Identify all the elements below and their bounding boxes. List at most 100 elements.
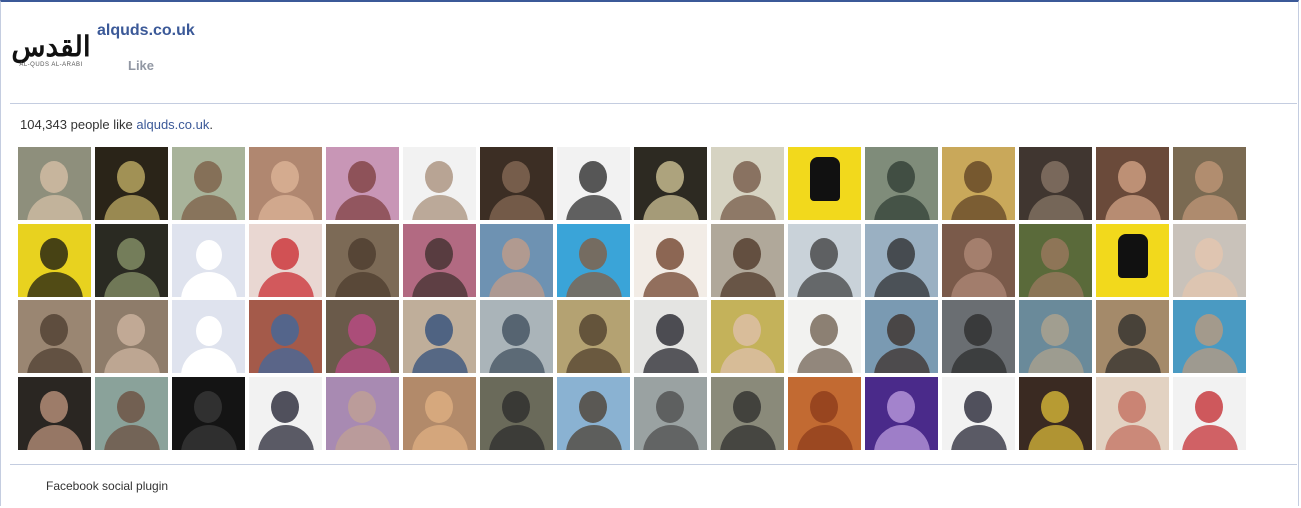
avatar-head [502,161,530,193]
profile-thumbnail[interactable] [557,376,630,450]
profile-thumbnail[interactable] [326,223,399,297]
avatar-head [887,161,915,193]
avatar-head [348,161,376,193]
profile-thumbnail[interactable] [249,376,322,450]
avatar-body [797,424,853,450]
avatar-head [117,161,145,193]
profile-thumbnail[interactable] [95,147,168,220]
avatar-body [797,348,853,373]
profile-thumbnail[interactable] [249,300,322,373]
avatar-head [1041,237,1069,270]
profile-thumbnail[interactable] [95,376,168,450]
profile-thumbnail[interactable] [172,300,245,373]
profile-thumbnail[interactable] [634,223,707,297]
profile-thumbnail[interactable] [711,376,784,450]
footer-label[interactable]: Facebook social plugin [46,479,168,493]
profile-thumbnail[interactable] [172,147,245,220]
avatar-body [335,348,391,373]
profile-thumbnail[interactable] [1173,300,1246,373]
profile-thumbnail[interactable] [403,300,476,373]
profile-thumbnail[interactable] [1096,376,1169,450]
profile-thumbnail[interactable] [557,223,630,297]
logo-text: القدس [11,30,91,63]
profile-thumbnail[interactable] [18,300,91,373]
profile-thumbnail[interactable] [865,300,938,373]
avatar-body [181,195,237,220]
profile-thumbnail[interactable] [557,300,630,373]
profile-thumbnail[interactable] [1019,376,1092,450]
avatar-body [181,424,237,450]
avatar-body [258,348,314,373]
avatar-head [656,390,684,423]
profile-thumbnail[interactable] [1173,376,1246,450]
profile-thumbnail[interactable] [1019,223,1092,297]
avatar-body [27,271,83,297]
avatar-body [643,424,699,450]
profile-thumbnail[interactable] [480,147,553,220]
profile-thumbnail[interactable] [865,147,938,220]
profile-thumbnail[interactable] [711,300,784,373]
avatar-body [27,424,83,450]
avatar-body [412,424,468,450]
profile-thumbnail[interactable] [942,147,1015,220]
profile-thumbnail[interactable] [711,147,784,220]
profile-thumbnail[interactable] [1173,147,1246,220]
profile-thumbnail[interactable] [18,376,91,450]
profile-thumbnail[interactable] [172,376,245,450]
logo-subtitle: AL-QUDS AL-ARABI [19,62,83,68]
profile-thumbnail[interactable] [788,376,861,450]
profile-thumbnail[interactable] [557,147,630,220]
profile-thumbnail[interactable] [634,300,707,373]
profile-thumbnail[interactable] [788,223,861,297]
profile-thumbnail[interactable] [942,300,1015,373]
page-logo[interactable]: القدس AL-QUDS AL-ARABI [11,26,91,74]
profile-thumbnail[interactable] [1096,147,1169,220]
avatar-head [656,314,684,346]
avatar-head [810,314,838,346]
profile-thumbnail[interactable] [865,223,938,297]
avatar-head [117,390,145,423]
profile-thumbnail[interactable] [249,223,322,297]
avatar-body [104,271,160,297]
profile-thumbnail[interactable] [942,223,1015,297]
profile-thumbnail[interactable] [326,376,399,450]
profile-thumbnail[interactable] [403,376,476,450]
profile-thumbnail[interactable] [480,300,553,373]
page-name-link[interactable]: alquds.co.uk [97,22,195,40]
profile-thumbnail[interactable] [326,147,399,220]
avatar-body [643,348,699,373]
profile-thumbnail[interactable] [634,147,707,220]
profile-thumbnail[interactable] [403,223,476,297]
profile-thumbnail[interactable] [18,147,91,220]
profile-thumbnail[interactable] [95,223,168,297]
profile-thumbnail[interactable] [1096,223,1169,297]
profile-thumbnail[interactable] [1096,300,1169,373]
profile-thumbnail[interactable] [634,376,707,450]
avatar-body [720,424,776,450]
avatar-body [1105,424,1161,450]
profile-thumbnail[interactable] [711,223,784,297]
avatar-body [1182,271,1238,297]
profile-thumbnail[interactable] [326,300,399,373]
like-button[interactable]: Like [128,58,154,73]
avatar-head [1195,390,1223,423]
profile-thumbnail[interactable] [403,147,476,220]
profile-thumbnail[interactable] [480,376,553,450]
profile-thumbnail[interactable] [18,223,91,297]
avatar-head [117,314,145,346]
profile-thumbnail[interactable] [1019,300,1092,373]
profile-thumbnail[interactable] [865,376,938,450]
avatar-body [1105,348,1161,373]
like-count-page-link[interactable]: alquds.co.uk [136,117,209,132]
profile-thumbnail[interactable] [249,147,322,220]
profile-thumbnail[interactable] [480,223,553,297]
profile-thumbnail[interactable] [942,376,1015,450]
profile-thumbnail[interactable] [95,300,168,373]
avatar-head [810,157,840,201]
profile-thumbnail[interactable] [172,223,245,297]
avatar-head [196,239,222,270]
profile-thumbnail[interactable] [1019,147,1092,220]
profile-thumbnail[interactable] [788,147,861,220]
profile-thumbnail[interactable] [788,300,861,373]
profile-thumbnail[interactable] [1173,223,1246,297]
